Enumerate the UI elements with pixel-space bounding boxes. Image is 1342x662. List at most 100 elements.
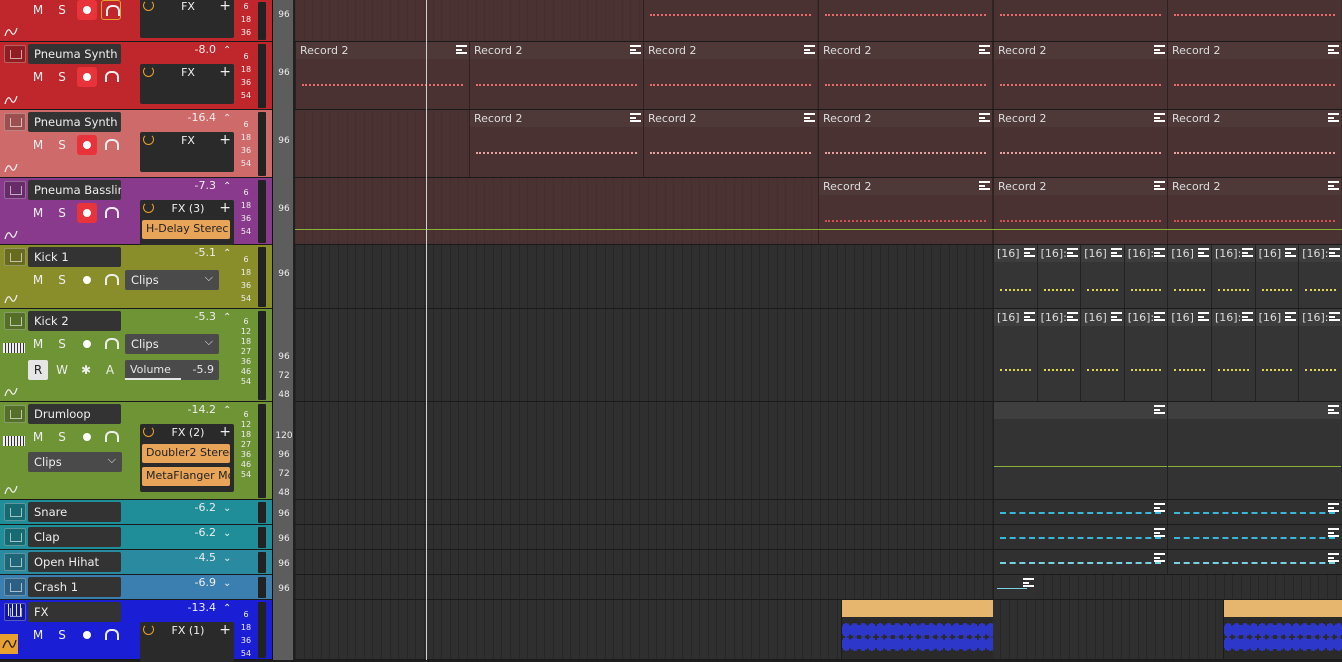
clip-menu-icon[interactable]	[979, 113, 990, 122]
audio-clip[interactable]	[1167, 402, 1341, 499]
expand-icon[interactable]: ⌃	[223, 248, 231, 259]
record-arm-button[interactable]	[77, 135, 97, 155]
fx-power-icon[interactable]	[143, 202, 154, 213]
track-name[interactable]: FX	[28, 602, 121, 622]
midi-clip[interactable]: Record 2	[469, 110, 643, 177]
clip-menu-icon[interactable]	[979, 181, 990, 190]
clip-menu-icon[interactable]	[1154, 405, 1165, 414]
fx-plugin-slot[interactable]: Doubler2 Stereo	[142, 444, 230, 463]
clip-menu-icon[interactable]	[1328, 405, 1339, 414]
step-clip[interactable]: [16]	[1167, 245, 1211, 308]
clip-menu-icon[interactable]	[979, 45, 990, 54]
midi-clip[interactable]: Record 2	[643, 42, 817, 109]
automation-touch-button[interactable]: ✱	[76, 360, 96, 380]
mute-button[interactable]: M	[28, 427, 48, 447]
fx-chain[interactable]: FX (3) + H-Delay Sterec	[140, 200, 234, 245]
solo-button[interactable]: S	[52, 0, 72, 20]
midi-clip[interactable]: Record 2	[643, 110, 817, 177]
solo-button[interactable]: S	[52, 203, 72, 223]
clip-menu-icon[interactable]	[1328, 553, 1339, 562]
fx-power-icon[interactable]	[143, 134, 154, 145]
clip-menu-icon[interactable]	[1328, 181, 1339, 190]
add-fx-icon[interactable]: +	[219, 132, 231, 148]
clip-menu-icon[interactable]	[1285, 248, 1297, 257]
clip-menu-icon[interactable]	[1241, 312, 1253, 321]
midi-clip[interactable]: Record 2	[469, 42, 643, 109]
monitor-headphones-icon[interactable]	[101, 203, 121, 223]
record-arm-button[interactable]	[77, 427, 97, 447]
step-clip[interactable]: [16]:	[1036, 309, 1081, 401]
midi-clip[interactable]: Record 2	[818, 42, 992, 109]
track-name[interactable]: Pneuma Synth 3	[28, 112, 121, 132]
track-volume[interactable]: -8.0	[136, 43, 216, 56]
automation-param-value[interactable]: -5.9	[193, 363, 214, 376]
clip-menu-icon[interactable]	[1241, 248, 1253, 257]
fx-power-icon[interactable]	[143, 0, 154, 11]
solo-button[interactable]: S	[52, 427, 72, 447]
pattern-clip[interactable]	[993, 525, 1167, 549]
fx-plugin-slot[interactable]: MetaFlanger Mo	[142, 467, 230, 486]
expand-icon[interactable]: ⌃	[223, 312, 231, 323]
midi-clip[interactable]	[818, 0, 992, 41]
pattern-clip[interactable]	[993, 575, 1036, 599]
playhead-cursor[interactable]	[426, 0, 427, 660]
collapse-icon[interactable]: ⌄	[223, 528, 231, 539]
track-volume[interactable]: -13.4	[136, 601, 216, 614]
fx-power-icon[interactable]	[143, 66, 154, 77]
add-fx-icon[interactable]: +	[219, 0, 231, 14]
midi-clip[interactable]: Record 2	[818, 110, 992, 177]
pattern-clip[interactable]	[1167, 550, 1341, 574]
solo-button[interactable]: S	[52, 135, 72, 155]
step-clip[interactable]: [16]:	[1211, 245, 1255, 308]
fx-chain[interactable]: FX (1) +	[140, 622, 234, 662]
track-name[interactable]: Pneuma Bassline	[28, 180, 121, 200]
step-clip[interactable]: [16]	[993, 309, 1037, 401]
midi-clip[interactable]: Record 2	[993, 42, 1167, 109]
clip-menu-icon[interactable]	[1110, 248, 1122, 257]
step-clip[interactable]: [16]	[1167, 309, 1211, 401]
clip-menu-icon[interactable]	[1067, 248, 1079, 257]
clip-menu-icon[interactable]	[1154, 312, 1166, 321]
solo-button[interactable]: S	[52, 625, 72, 645]
track-lane-t8[interactable]	[295, 525, 1342, 550]
mute-button[interactable]: M	[28, 67, 48, 87]
monitor-headphones-icon[interactable]	[101, 0, 121, 20]
record-arm-button[interactable]	[77, 0, 97, 20]
clip-menu-icon[interactable]	[1197, 248, 1209, 257]
clip-menu-icon[interactable]	[1328, 528, 1339, 537]
automation-curve-icon[interactable]	[4, 94, 18, 106]
midi-clip[interactable]: Record 2	[818, 178, 992, 244]
fx-chain[interactable]: FX +	[140, 132, 234, 172]
automation-curve-icon[interactable]	[4, 484, 18, 496]
fx-plugin-slot[interactable]: H-Delay Sterec	[142, 220, 230, 239]
track-volume[interactable]: -6.9	[136, 576, 216, 589]
audio-clip[interactable]	[841, 600, 993, 659]
track-lane-t1[interactable]: Record 2 Record 2 Record 2 Record 2 Record 2…	[295, 42, 1342, 110]
track-lane-t7[interactable]	[295, 500, 1342, 525]
track-volume[interactable]: -5.3	[136, 310, 216, 323]
track-volume[interactable]: -4.5	[136, 551, 216, 564]
pattern-clip[interactable]	[993, 500, 1167, 524]
track-lane-t4[interactable]: [16] [16]: [16] [16]: [16] [16]: [16] [16]:	[295, 245, 1342, 309]
midi-clip[interactable]: Record 2	[1167, 42, 1341, 109]
clip-menu-icon[interactable]	[1154, 181, 1165, 190]
monitor-headphones-icon[interactable]	[101, 270, 121, 290]
automation-param[interactable]: Volume -5.9	[125, 360, 219, 380]
solo-button[interactable]: S	[52, 334, 72, 354]
step-clip[interactable]: [16]	[1254, 309, 1299, 401]
midi-clip[interactable]	[993, 0, 1167, 41]
clip-menu-icon[interactable]	[1154, 528, 1165, 537]
record-arm-button[interactable]	[77, 67, 97, 87]
automation-curve-icon[interactable]	[0, 634, 18, 654]
clip-menu-icon[interactable]	[1328, 113, 1339, 122]
monitor-headphones-icon[interactable]	[101, 334, 121, 354]
midi-clip[interactable]: Record 2	[993, 178, 1167, 244]
collapse-icon[interactable]: ⌄	[223, 578, 231, 589]
fx-chain[interactable]: FX +	[140, 64, 234, 104]
fx-power-icon[interactable]	[143, 624, 154, 635]
add-fx-icon[interactable]: +	[219, 622, 231, 638]
track-name[interactable]: Crash 1	[28, 577, 121, 597]
clip-menu-icon[interactable]	[630, 45, 641, 54]
expand-icon[interactable]: ⌃	[223, 603, 231, 614]
clip-menu-icon[interactable]	[1110, 312, 1122, 321]
